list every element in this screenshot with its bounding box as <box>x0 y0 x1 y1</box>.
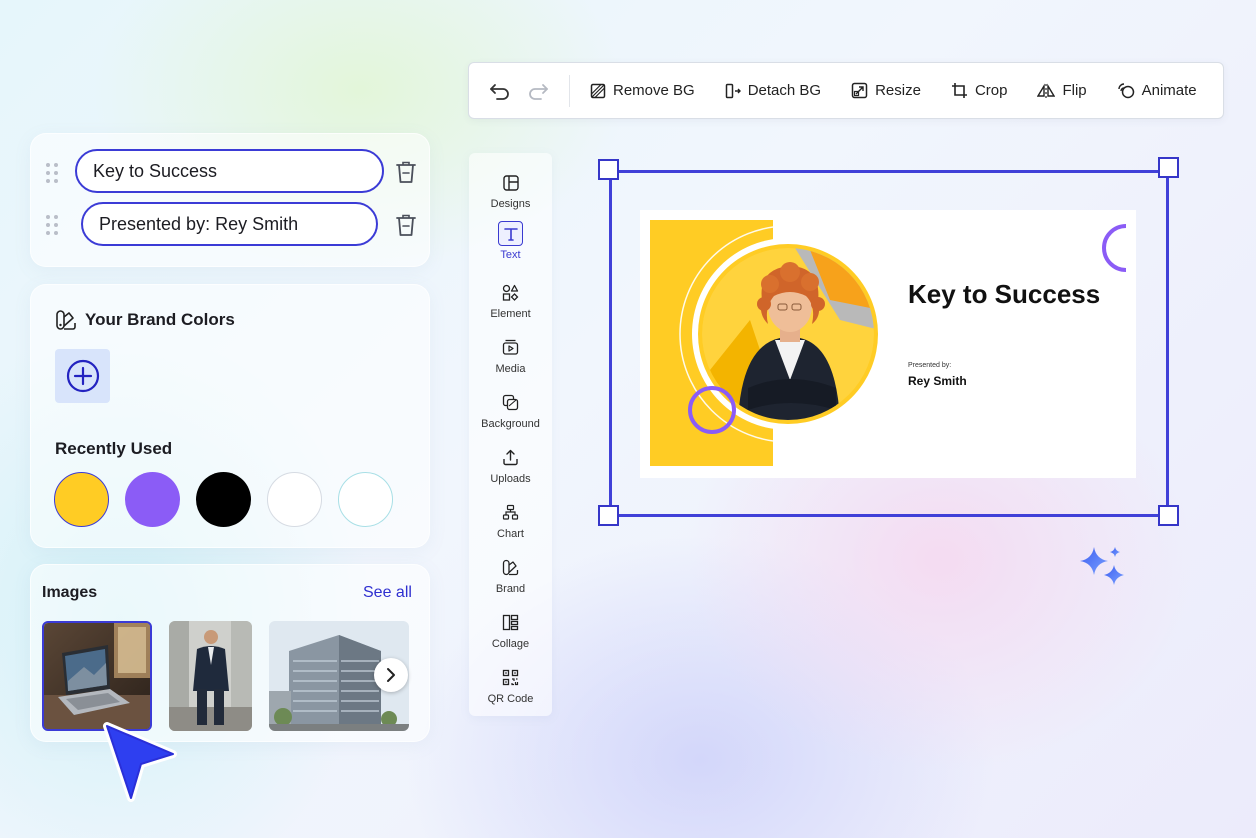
tool-brand-label: Brand <box>495 583 526 595</box>
cursor-arrow-icon <box>103 722 177 802</box>
flip-label: Flip <box>1062 82 1087 99</box>
designs-icon <box>498 170 523 195</box>
resize-handle-bottom-left[interactable] <box>598 505 619 526</box>
image-thumbnail-businessman[interactable] <box>169 621 252 731</box>
plus-circle-icon <box>66 359 99 393</box>
tool-background[interactable]: Background <box>469 390 552 442</box>
detach-bg-icon <box>725 83 741 98</box>
crop-icon <box>951 83 967 98</box>
tool-uploads[interactable]: Uploads <box>469 445 552 497</box>
redo-icon[interactable] <box>525 78 551 104</box>
color-swatch-yellow[interactable] <box>54 472 109 527</box>
sparkle-icon <box>1080 547 1124 585</box>
color-swatch-white[interactable] <box>267 472 322 527</box>
undo-icon[interactable] <box>487 78 513 104</box>
text-layers-panel: Key to Success Presented by: Rey Smith <box>30 133 430 267</box>
color-swatch-purple[interactable] <box>125 472 180 527</box>
flip-button[interactable]: Flip <box>1037 82 1087 99</box>
next-images-button[interactable] <box>374 658 408 692</box>
remove-bg-label: Remove BG <box>613 82 695 99</box>
tool-media-label: Media <box>495 363 526 375</box>
selection-box[interactable] <box>609 170 1169 517</box>
trash-icon[interactable] <box>394 212 418 238</box>
tool-collage-label: Collage <box>491 638 530 650</box>
text-layer-input-title[interactable]: Key to Success <box>75 149 384 193</box>
crop-label: Crop <box>974 82 1008 99</box>
color-swatch-black[interactable] <box>196 472 251 527</box>
resize-handle-bottom-right[interactable] <box>1158 505 1179 526</box>
qr-code-icon <box>498 665 523 690</box>
tool-designs-label: Designs <box>490 198 531 210</box>
tool-brand[interactable]: Brand <box>469 555 552 607</box>
animate-label: Animate <box>1141 82 1197 99</box>
tool-collage[interactable]: Collage <box>469 610 552 662</box>
tool-uploads-label: Uploads <box>490 473 531 485</box>
tools-sidebar: Designs Text Element Media Background Up… <box>469 153 552 716</box>
brand-colors-title: Your Brand Colors <box>85 310 235 329</box>
remove-bg-icon <box>590 83 606 98</box>
tool-media[interactable]: Media <box>469 335 552 387</box>
resize-handle-top-right[interactable] <box>1158 157 1179 178</box>
brand-icon <box>56 310 76 330</box>
uploads-icon <box>498 445 523 470</box>
brand-icon <box>498 555 523 580</box>
brand-colors-panel: Your Brand Colors Recently Used <box>30 284 430 548</box>
element-icon <box>498 280 523 305</box>
tool-element[interactable]: Element <box>469 280 552 332</box>
brand-colors-heading: Your Brand Colors <box>55 309 235 331</box>
image-thumbnail-laptop[interactable] <box>42 621 152 731</box>
tool-text-label: Text <box>500 249 521 261</box>
text-layer-input-presenter[interactable]: Presented by: Rey Smith <box>81 202 378 246</box>
text-layer-value: Presented by: Rey Smith <box>99 213 299 234</box>
images-title: Images <box>42 584 98 601</box>
detach-bg-button[interactable]: Detach BG <box>725 82 821 99</box>
detach-bg-label: Detach BG <box>747 82 822 99</box>
toolbar-divider <box>569 74 570 107</box>
tool-qr-code[interactable]: QR Code <box>469 665 552 717</box>
tool-chart[interactable]: Chart <box>469 500 552 552</box>
tool-chart-label: Chart <box>497 528 524 540</box>
remove-bg-button[interactable]: Remove BG <box>590 82 695 99</box>
background-icon <box>498 390 523 415</box>
resize-button[interactable]: Resize <box>851 82 921 99</box>
text-layer-value: Key to Success <box>93 160 218 181</box>
images-panel: Images See all <box>30 564 430 742</box>
chart-icon <box>498 500 523 525</box>
crop-button[interactable]: Crop <box>951 82 1008 99</box>
animate-icon <box>1117 83 1134 99</box>
color-swatch-white-2[interactable] <box>338 472 393 527</box>
see-all-link[interactable]: See all <box>363 584 412 602</box>
tool-element-label: Element <box>490 308 531 320</box>
tool-background-label: Background <box>481 418 540 430</box>
resize-handle-top-left[interactable] <box>598 159 619 180</box>
recently-used-title: Recently Used <box>55 439 173 458</box>
tool-qr-code-label: QR Code <box>487 693 534 705</box>
resize-icon <box>851 82 868 99</box>
media-icon <box>498 335 523 360</box>
tool-text[interactable]: Text <box>469 221 552 273</box>
collage-icon <box>498 610 523 635</box>
animate-button[interactable]: Animate <box>1117 82 1197 99</box>
drag-handle-icon[interactable] <box>46 163 60 183</box>
editor-toolbar: Remove BG Detach BG Resize Crop Flip Ani… <box>468 62 1224 119</box>
tool-designs[interactable]: Designs <box>469 170 552 222</box>
text-icon <box>498 221 523 246</box>
drag-handle-icon[interactable] <box>46 215 60 235</box>
add-brand-color-button[interactable] <box>55 349 110 403</box>
chevron-right-icon <box>387 668 395 682</box>
trash-icon[interactable] <box>394 159 418 185</box>
resize-label: Resize <box>875 82 921 99</box>
flip-icon <box>1037 82 1056 98</box>
